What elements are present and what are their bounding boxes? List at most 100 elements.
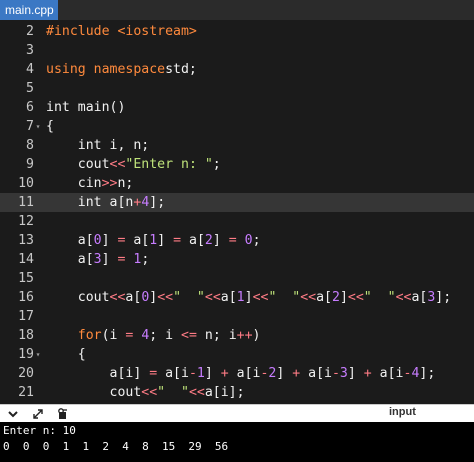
tab-main-cpp[interactable]: main.cpp <box>0 0 58 20</box>
code-token: ] <box>101 252 118 267</box>
code-text: using namespacestd; <box>46 60 197 79</box>
code-token: = <box>173 233 182 248</box>
code-token: >> <box>101 176 118 191</box>
code-line[interactable]: 14 a[3] = 1; <box>0 250 474 269</box>
settings-icon[interactable] <box>55 407 69 420</box>
code-token: cin <box>46 176 102 191</box>
code-token: << <box>109 290 126 305</box>
code-text: cout<<"Enter n: "; <box>46 155 221 174</box>
code-token: a[ <box>46 252 94 267</box>
code-line[interactable]: 18 for(i = 4; i <= n; i++) <box>0 326 474 345</box>
fold-arrow-icon[interactable]: ▾ <box>35 345 41 364</box>
code-line[interactable]: 5 <box>0 79 474 98</box>
code-token: ] <box>339 290 348 305</box>
code-token: ; i <box>149 328 182 343</box>
code-line[interactable]: 2 #include <iostream> <box>0 22 474 41</box>
code-token: a[i] <box>46 366 150 381</box>
code-token: <= <box>181 328 197 343</box>
code-token: ; <box>212 157 221 172</box>
code-line[interactable]: 8 int i, n; <box>0 136 474 155</box>
code-token: ] <box>204 366 221 381</box>
code-line[interactable]: 13 a[0] = a[1] = a[2] = 0; <box>0 231 474 250</box>
code-line[interactable]: 9 cout<<"Enter n: "; <box>0 155 474 174</box>
code-text: #include <iostream> <box>46 22 197 41</box>
code-text: for(i = 4; i <= n; i++) <box>46 326 261 345</box>
code-token: a[ <box>46 233 94 248</box>
console-line: 0 0 0 1 1 2 4 8 15 29 56 <box>3 440 229 453</box>
code-line[interactable]: 21 cout<<" "<<a[i]; <box>0 383 474 402</box>
code-line[interactable]: 15 <box>0 269 474 288</box>
line-number: 16 <box>18 290 34 305</box>
code-line[interactable]: 20 a[i] = a[i-1] + a[i-2] + a[i-3] + a[i… <box>0 364 474 383</box>
code-text: cout<<" "<<a[i]; <box>46 383 245 402</box>
code-token: " " <box>268 290 301 305</box>
code-token: = <box>228 233 237 248</box>
code-line[interactable]: 3 <box>0 41 474 60</box>
fold-arrow-icon[interactable]: ▾ <box>35 117 41 136</box>
code-line[interactable]: 6 int main() <box>0 98 474 117</box>
code-token: int main() <box>46 100 126 115</box>
code-line[interactable]: 19 ▾ { <box>0 345 474 364</box>
code-token: ] <box>347 366 364 381</box>
code-line[interactable]: 11 int a[n+4]; <box>0 193 474 212</box>
line-number: 8 <box>26 138 34 153</box>
code-token: ]; <box>435 290 452 305</box>
code-text: int i, n; <box>46 136 149 155</box>
code-token: + <box>363 366 372 381</box>
code-token: << <box>347 290 364 305</box>
code-token: << <box>300 290 317 305</box>
console-line: Enter n: 10 <box>3 424 76 437</box>
code-text: { <box>46 117 54 136</box>
code-token: a[ <box>316 290 332 305</box>
input-label: input <box>389 406 416 418</box>
line-number: 20 <box>18 366 34 381</box>
code-token: a[i <box>228 366 261 381</box>
code-token: int a[ <box>46 195 126 210</box>
code-line[interactable]: 4 using namespacestd; <box>0 60 474 79</box>
expand-icon[interactable] <box>31 407 45 420</box>
code-text: a[0] = a[1] = a[2] = 0; <box>46 231 261 250</box>
line-number: 2 <box>26 24 34 39</box>
code-token: + <box>292 366 301 381</box>
code-token: a[ <box>181 233 205 248</box>
code-text: int a[n+4]; <box>46 193 165 212</box>
code-token: a[i <box>157 366 189 381</box>
code-text: cin>>n; <box>46 174 134 193</box>
code-token: 0 <box>93 233 102 248</box>
code-line[interactable]: 17 <box>0 307 474 326</box>
code-token: ] <box>157 233 174 248</box>
code-token: ] <box>244 290 253 305</box>
tab-bar: main.cpp <box>0 0 474 21</box>
code-token: a[ <box>125 290 142 305</box>
console-toolbar: input <box>0 404 474 423</box>
code-editor[interactable]: 2 #include <iostream> 3 4 using namespacestd… <box>0 20 474 404</box>
code-token: << <box>141 385 158 400</box>
code-line[interactable]: 12 <box>0 212 474 231</box>
code-token: #include <iostream> <box>46 24 197 39</box>
code-token: using namespace <box>46 62 166 77</box>
line-number: 5 <box>26 81 34 96</box>
code-token: cout <box>46 157 110 172</box>
line-number: 11 <box>18 195 34 210</box>
code-token: ]; <box>419 366 436 381</box>
chevron-down-icon[interactable] <box>6 407 20 420</box>
code-line[interactable]: 7 ▾ { <box>0 117 474 136</box>
code-line[interactable]: 16 cout<<a[0]<<" "<<a[1]<<" "<<a[2]<<" "… <box>0 288 474 307</box>
code-token: { <box>46 347 86 362</box>
code-token: a[i <box>300 366 332 381</box>
code-token: ] <box>276 366 293 381</box>
code-token: "Enter n: " <box>125 157 213 172</box>
code-token: ++ <box>236 328 253 343</box>
code-line[interactable]: 10 cin>>n; <box>0 174 474 193</box>
code-text: int main() <box>46 98 125 117</box>
code-token: ] <box>212 233 229 248</box>
code-token: (i <box>101 328 126 343</box>
line-number: 18 <box>18 328 34 343</box>
line-number: 10 <box>18 176 34 191</box>
code-token: ; <box>141 252 150 267</box>
code-token: 2 <box>204 233 213 248</box>
code-token: = <box>149 366 158 381</box>
code-token: cout <box>46 290 110 305</box>
line-number: 19 <box>18 347 34 362</box>
